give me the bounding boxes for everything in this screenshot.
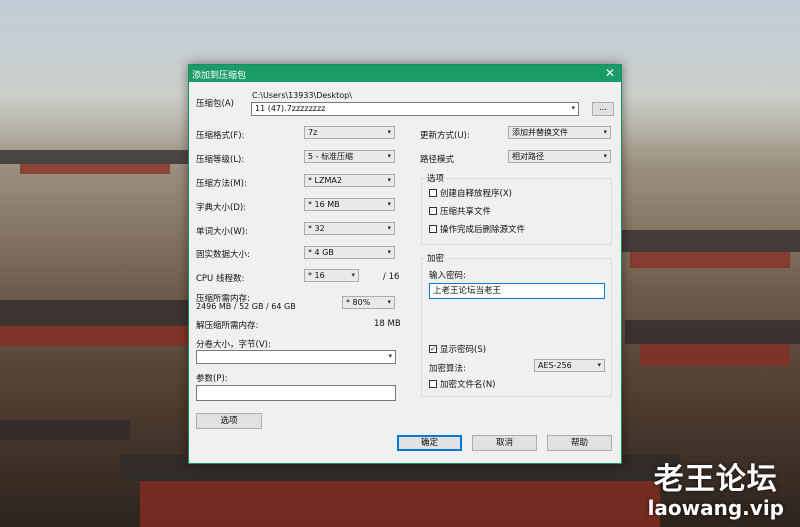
threads-select[interactable]: * 16 ▾ bbox=[304, 269, 359, 282]
memory-percent-value: * 80% bbox=[346, 298, 371, 307]
method-select[interactable]: * LZMA2 ▾ bbox=[304, 174, 395, 187]
threads-value: * 16 bbox=[308, 271, 325, 280]
format-label: 压缩格式(F): bbox=[196, 131, 245, 141]
word-label: 单词大小(W): bbox=[196, 227, 248, 237]
solid-select[interactable]: * 4 GB ▾ bbox=[304, 246, 395, 259]
watermark-title: 老王论坛 bbox=[653, 462, 778, 497]
chevron-down-icon: ▾ bbox=[387, 128, 391, 136]
background-roof bbox=[0, 420, 130, 440]
ok-button[interactable]: 确定 bbox=[397, 435, 462, 451]
dialog-title: 添加到压缩包 bbox=[192, 71, 247, 81]
chevron-down-icon: ▾ bbox=[387, 298, 391, 306]
dict-select[interactable]: * 16 MB ▾ bbox=[304, 198, 395, 211]
browse-button[interactable]: ... bbox=[592, 102, 614, 116]
encrypt-names-checkbox[interactable] bbox=[429, 380, 437, 388]
background-wall bbox=[0, 326, 190, 346]
threads-total: / 16 bbox=[383, 272, 400, 282]
shared-files-checkbox[interactable] bbox=[429, 207, 437, 215]
chevron-down-icon: ▾ bbox=[351, 271, 355, 279]
split-size-combo[interactable]: ▾ bbox=[196, 350, 396, 364]
level-select[interactable]: 5 - 标准压缩 ▾ bbox=[304, 150, 395, 163]
algorithm-label: 加密算法: bbox=[429, 364, 466, 374]
encrypt-names-label: 加密文件名(N) bbox=[440, 380, 496, 390]
algorithm-value: AES-256 bbox=[538, 361, 572, 370]
memory-detail: 2496 MB / 52 GB / 64 GB bbox=[196, 302, 296, 311]
sfx-checkbox[interactable] bbox=[429, 189, 437, 197]
path-mode-label: 路径模式 bbox=[420, 155, 455, 165]
password-input[interactable]: 上老王论坛当老王 bbox=[429, 283, 605, 299]
threads-label: CPU 线程数: bbox=[196, 274, 245, 284]
dict-label: 字典大小(D): bbox=[196, 203, 247, 213]
word-select[interactable]: * 32 ▾ bbox=[304, 222, 395, 235]
background-roof bbox=[625, 320, 800, 344]
solid-label: 固实数据大小: bbox=[196, 250, 250, 260]
background-roof bbox=[0, 300, 200, 326]
update-mode-label: 更新方式(U): bbox=[420, 131, 470, 141]
delete-after-label: 操作完成后删除源文件 bbox=[440, 225, 526, 235]
options-button[interactable]: 选项 bbox=[196, 413, 262, 429]
chevron-down-icon: ▾ bbox=[387, 200, 391, 208]
method-value: * LZMA2 bbox=[308, 176, 342, 185]
chevron-down-icon: ▾ bbox=[387, 248, 391, 256]
background-roof bbox=[620, 230, 800, 252]
update-mode-value: 添加并替换文件 bbox=[512, 128, 568, 137]
watermark-url: laowang.vip bbox=[647, 496, 784, 520]
background-wall bbox=[630, 252, 790, 268]
encryption-group-title: 加密 bbox=[425, 252, 447, 264]
chevron-down-icon: ▾ bbox=[597, 361, 601, 369]
watermark-logo: 老王论坛 laowang.vip bbox=[647, 462, 784, 520]
archive-path-prefix: C:\Users\13933\Desktop\ bbox=[252, 91, 352, 100]
word-value: * 32 bbox=[308, 224, 325, 233]
dialog-titlebar: 添加到压缩包 ✕ bbox=[189, 65, 621, 82]
archive-label: 压缩包(A) bbox=[196, 99, 234, 109]
chevron-down-icon: ▾ bbox=[387, 152, 391, 160]
chevron-down-icon: ▾ bbox=[571, 104, 575, 112]
decompress-memory-label: 解压缩所需内存: bbox=[196, 321, 259, 331]
chevron-down-icon: ▾ bbox=[387, 224, 391, 232]
cancel-button[interactable]: 取消 bbox=[472, 435, 537, 451]
algorithm-select[interactable]: AES-256 ▾ bbox=[534, 359, 605, 372]
update-mode-select[interactable]: 添加并替换文件 ▾ bbox=[508, 126, 611, 139]
params-input[interactable] bbox=[196, 385, 396, 401]
format-select[interactable]: 7z ▾ bbox=[304, 126, 395, 139]
solid-value: * 4 GB bbox=[308, 248, 334, 257]
help-button[interactable]: 帮助 bbox=[547, 435, 612, 451]
show-password-checkbox[interactable]: ✓ bbox=[429, 345, 437, 353]
split-label: 分卷大小，字节(V): bbox=[196, 340, 271, 350]
background-wall bbox=[640, 344, 790, 366]
chevron-down-icon: ▾ bbox=[603, 152, 607, 160]
background-wall bbox=[140, 481, 660, 527]
memory-percent-select[interactable]: * 80% ▾ bbox=[342, 296, 395, 309]
show-password-label: 显示密码(S) bbox=[440, 345, 487, 355]
archive-name-value: 11 (47).7zzzzzzzz bbox=[255, 104, 326, 113]
level-value: 5 - 标准压缩 bbox=[308, 152, 354, 161]
background-wall bbox=[20, 164, 170, 174]
path-mode-value: 相对路径 bbox=[512, 152, 544, 161]
chevron-down-icon: ▾ bbox=[603, 128, 607, 136]
format-value: 7z bbox=[308, 128, 318, 137]
method-label: 压缩方法(M): bbox=[196, 179, 247, 189]
options-group-title: 选项 bbox=[425, 172, 447, 184]
path-mode-select[interactable]: 相对路径 ▾ bbox=[508, 150, 611, 163]
shared-files-label: 压缩共享文件 bbox=[440, 207, 492, 217]
sfx-label: 创建自释放程序(X) bbox=[440, 189, 512, 199]
chevron-down-icon: ▾ bbox=[388, 352, 392, 360]
close-icon[interactable]: ✕ bbox=[603, 65, 617, 82]
add-to-archive-dialog: 添加到压缩包 ✕ 压缩包(A) C:\Users\13933\Desktop\ … bbox=[188, 64, 622, 464]
background-roof bbox=[0, 150, 190, 164]
chevron-down-icon: ▾ bbox=[387, 176, 391, 184]
delete-after-checkbox[interactable] bbox=[429, 225, 437, 233]
decompress-memory-value: 18 MB bbox=[374, 319, 401, 329]
archive-name-combo[interactable]: 11 (47).7zzzzzzzz ▾ bbox=[251, 102, 579, 116]
params-label: 参数(P): bbox=[196, 374, 228, 384]
dict-value: * 16 MB bbox=[308, 200, 340, 209]
password-label: 输入密码: bbox=[429, 271, 466, 281]
level-label: 压缩等级(L): bbox=[196, 155, 245, 165]
